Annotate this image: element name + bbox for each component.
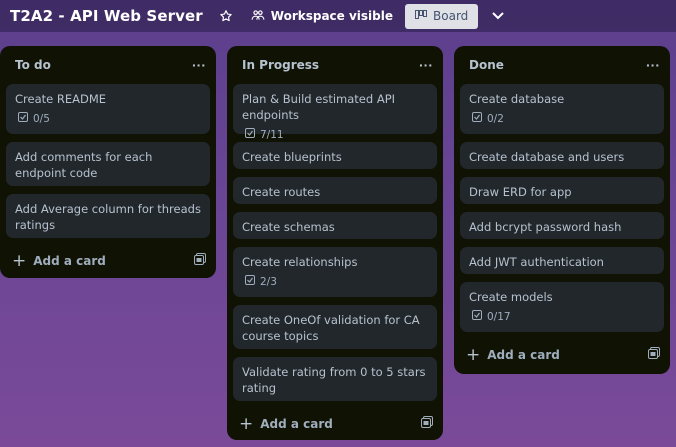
more-icon[interactable]: ··· [419, 58, 433, 72]
add-card-label: Add a card [487, 348, 560, 362]
card[interactable]: Draw ERD for app [460, 177, 664, 204]
card-title: Plan & Build estimated API endpoints [242, 92, 396, 122]
card-title: Validate rating from 0 to 5 stars rating [242, 365, 426, 395]
card-template-icon[interactable] [421, 415, 433, 433]
workspace-visibility-label: Workspace visible [270, 9, 394, 23]
card[interactable]: Create schemas [233, 212, 437, 239]
chevron-down-icon[interactable] [488, 6, 508, 26]
card-title: Create OneOf validation for CA course to… [242, 313, 420, 343]
checklist-count: 0/2 [487, 113, 504, 125]
add-card-button[interactable]: + Add a card [239, 413, 333, 434]
card[interactable]: Add JWT authentication [460, 247, 664, 274]
card-title: Add bcrypt password hash [469, 220, 622, 234]
board-header: T2A2 - API Web Server Workspace visible … [0, 0, 676, 32]
list-title[interactable]: In Progress [242, 58, 319, 72]
add-card-label: Add a card [260, 417, 333, 431]
list-to-do: To do ··· Create README 0/5 Add comments… [0, 46, 216, 278]
add-card-label: Add a card [33, 254, 106, 268]
card[interactable]: Create database and users [460, 142, 664, 169]
list-in-progress: In Progress ··· Plan & Build estimated A… [227, 46, 443, 440]
card-title: Create schemas [242, 220, 335, 234]
card-title: Create database [469, 92, 565, 106]
list-title[interactable]: Done [469, 58, 504, 72]
card[interactable]: Add Average column for threads ratings [6, 194, 210, 238]
add-card-button[interactable]: + Add a card [12, 250, 106, 271]
plus-icon: + [239, 413, 254, 434]
card[interactable]: Create README 0/5 [6, 84, 210, 134]
card-title: Create relationships [242, 255, 358, 269]
board-view-button[interactable]: Board [405, 3, 479, 29]
card-title: Add comments for each endpoint code [15, 150, 153, 180]
checklist-badge: 0/2 [472, 111, 655, 127]
plus-icon: + [12, 250, 27, 271]
checklist-icon [245, 274, 255, 290]
checklist-badge: 0/17 [472, 309, 655, 325]
card[interactable]: Plan & Build estimated API endpoints 7/1… [233, 84, 437, 141]
list-header: To do ··· [0, 46, 216, 84]
list-title[interactable]: To do [15, 58, 51, 72]
more-icon[interactable]: ··· [646, 58, 660, 72]
add-card-row: + Add a card [0, 244, 216, 278]
card[interactable]: Add comments for each endpoint code [6, 142, 210, 186]
card-title: Create routes [242, 185, 321, 199]
add-card-row: + Add a card [454, 338, 670, 372]
board-icon [415, 9, 428, 23]
add-card-row: + Add a card [227, 407, 443, 441]
more-icon[interactable]: ··· [192, 58, 206, 72]
card-template-icon[interactable] [194, 252, 206, 270]
star-icon[interactable] [217, 7, 235, 25]
board-title[interactable]: T2A2 - API Web Server [10, 7, 203, 25]
card[interactable]: Add bcrypt password hash [460, 212, 664, 239]
checklist-count: 7/11 [260, 129, 284, 141]
checklist-icon [472, 111, 482, 127]
checklist-badge: 7/11 [245, 127, 428, 143]
card[interactable]: Create OneOf validation for CA course to… [233, 305, 437, 349]
plus-icon: + [466, 344, 481, 365]
checklist-badge: 0/5 [18, 111, 201, 127]
card[interactable]: Create relationships 2/3 [233, 247, 437, 297]
checklist-icon [245, 127, 255, 143]
workspace-visibility-button[interactable]: Workspace visible [251, 9, 393, 24]
checklist-count: 0/5 [33, 113, 50, 125]
checklist-badge: 2/3 [245, 274, 428, 290]
card[interactable]: Validate rating from 0 to 5 stars rating [233, 357, 437, 401]
card-title: Add JWT authentication [469, 255, 604, 269]
card-template-icon[interactable] [648, 346, 660, 364]
checklist-count: 0/17 [487, 311, 511, 323]
board-view-label: Board [433, 9, 469, 23]
card[interactable]: Create blueprints [233, 142, 437, 169]
card[interactable]: Create routes [233, 177, 437, 204]
card-title: Draw ERD for app [469, 185, 572, 199]
list-done: Done ··· Create database 0/2 Create data… [454, 46, 670, 374]
card-title: Create database and users [469, 150, 625, 164]
card-title: Add Average column for threads ratings [15, 202, 201, 232]
card-title: Create models [469, 290, 553, 304]
card[interactable]: Create database 0/2 [460, 84, 664, 134]
card[interactable]: Create models 0/17 [460, 282, 664, 332]
card-title: Create README [15, 92, 107, 106]
checklist-icon [472, 309, 482, 325]
add-card-button[interactable]: + Add a card [466, 344, 560, 365]
list-header: Done ··· [454, 46, 670, 84]
checklist-count: 2/3 [260, 276, 277, 288]
list-header: In Progress ··· [227, 46, 443, 84]
card-title: Create blueprints [242, 150, 342, 164]
checklist-icon [18, 111, 28, 127]
workspace-visibility-icon [251, 9, 265, 24]
